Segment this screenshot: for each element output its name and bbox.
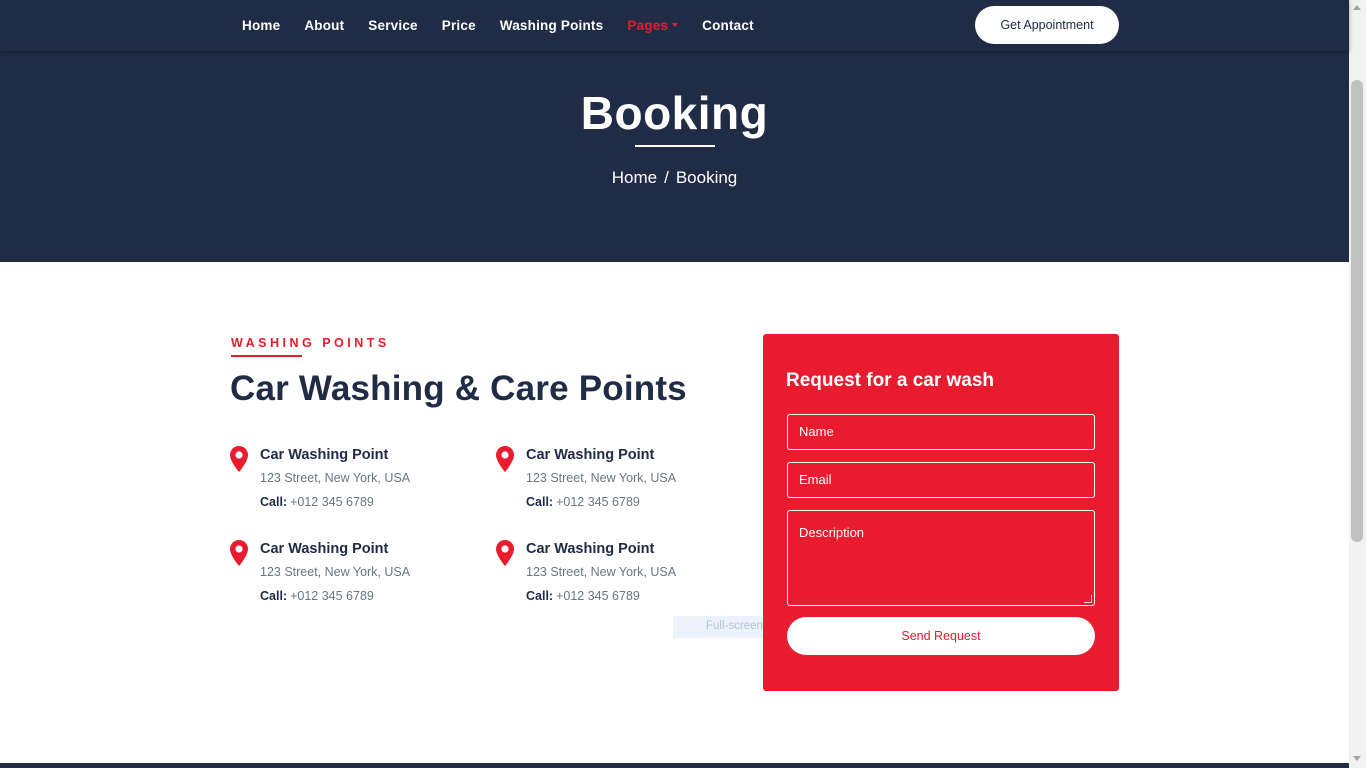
point-phone: Call: +012 345 6789 [260, 495, 374, 509]
footer-edge [0, 763, 1349, 768]
call-label: Call: [526, 589, 554, 603]
breadcrumb-current: Booking [675, 168, 738, 187]
phone-number: +012 345 6789 [290, 589, 374, 603]
nav-link-home[interactable]: Home [230, 18, 292, 33]
resize-handle-icon[interactable] [1084, 595, 1092, 603]
map-marker-icon [230, 446, 248, 472]
send-request-button[interactable]: Send Request [787, 617, 1095, 655]
call-label: Call: [260, 495, 288, 509]
nav-link-about[interactable]: About [292, 18, 356, 33]
section-label-underline [231, 355, 302, 357]
section-title: Car Washing & Care Points [230, 369, 687, 408]
breadcrumb-home-link[interactable]: Home [612, 168, 657, 187]
get-appointment-button[interactable]: Get Appointment [975, 6, 1119, 44]
washing-point-card: Car Washing Point 123 Street, New York, … [230, 540, 470, 610]
map-marker-icon [496, 540, 514, 566]
call-label: Call: [526, 495, 554, 509]
point-address: 123 Street, New York, USA [260, 471, 411, 485]
nav-link-washing-points[interactable]: Washing Points [488, 18, 616, 33]
caret-down-icon [672, 22, 679, 27]
description-textarea[interactable]: Description [787, 510, 1095, 606]
email-input[interactable]: Email [787, 462, 1095, 498]
phone-number: +012 345 6789 [556, 495, 640, 509]
scrollbar-thumb[interactable] [1351, 80, 1363, 542]
page-title: Booking [580, 87, 769, 139]
description-placeholder: Description [799, 525, 865, 540]
nav-menu: Home About Service Price Washing Points … [230, 0, 766, 51]
point-phone: Call: +012 345 6789 [526, 495, 640, 509]
washing-point-card: Car Washing Point 123 Street, New York, … [230, 446, 470, 516]
breadcrumb: Home / Booking [0, 168, 1349, 188]
nav-link-price[interactable]: Price [430, 18, 488, 33]
point-address: 123 Street, New York, USA [526, 471, 677, 485]
point-title: Car Washing Point [260, 541, 389, 557]
form-title: Request for a car wash [786, 370, 995, 391]
point-phone: Call: +012 345 6789 [260, 589, 374, 603]
scroll-down-arrow-icon[interactable] [1353, 756, 1361, 761]
title-underline [635, 145, 715, 147]
nav-link-service[interactable]: Service [356, 18, 429, 33]
call-label: Call: [260, 589, 288, 603]
section-label: WASHING POINTS [231, 336, 390, 350]
map-marker-icon [496, 446, 514, 472]
washing-point-card: Car Washing Point 123 Street, New York, … [496, 540, 736, 610]
point-title: Car Washing Point [526, 541, 655, 557]
top-navbar: Home About Service Price Washing Points … [0, 0, 1349, 51]
point-phone: Call: +012 345 6789 [526, 589, 640, 603]
phone-number: +012 345 6789 [290, 495, 374, 509]
scroll-up-arrow-icon[interactable] [1353, 5, 1361, 10]
washing-point-card: Car Washing Point 123 Street, New York, … [496, 446, 736, 516]
name-input[interactable]: Name [787, 414, 1095, 450]
point-title: Car Washing Point [260, 447, 389, 463]
breadcrumb-separator: / [664, 168, 669, 187]
phone-number: +012 345 6789 [556, 589, 640, 603]
page-scrollbar[interactable] [1349, 0, 1366, 768]
map-marker-icon [230, 540, 248, 566]
point-title: Car Washing Point [526, 447, 655, 463]
point-address: 123 Street, New York, USA [260, 565, 411, 579]
nav-link-pages-label: Pages [627, 18, 669, 33]
nav-link-contact[interactable]: Contact [690, 18, 766, 33]
point-address: 123 Street, New York, USA [526, 565, 677, 579]
booking-form: Request for a car wash Name Email Descri… [763, 334, 1119, 691]
nav-dropdown-pages[interactable]: Pages [615, 18, 690, 33]
